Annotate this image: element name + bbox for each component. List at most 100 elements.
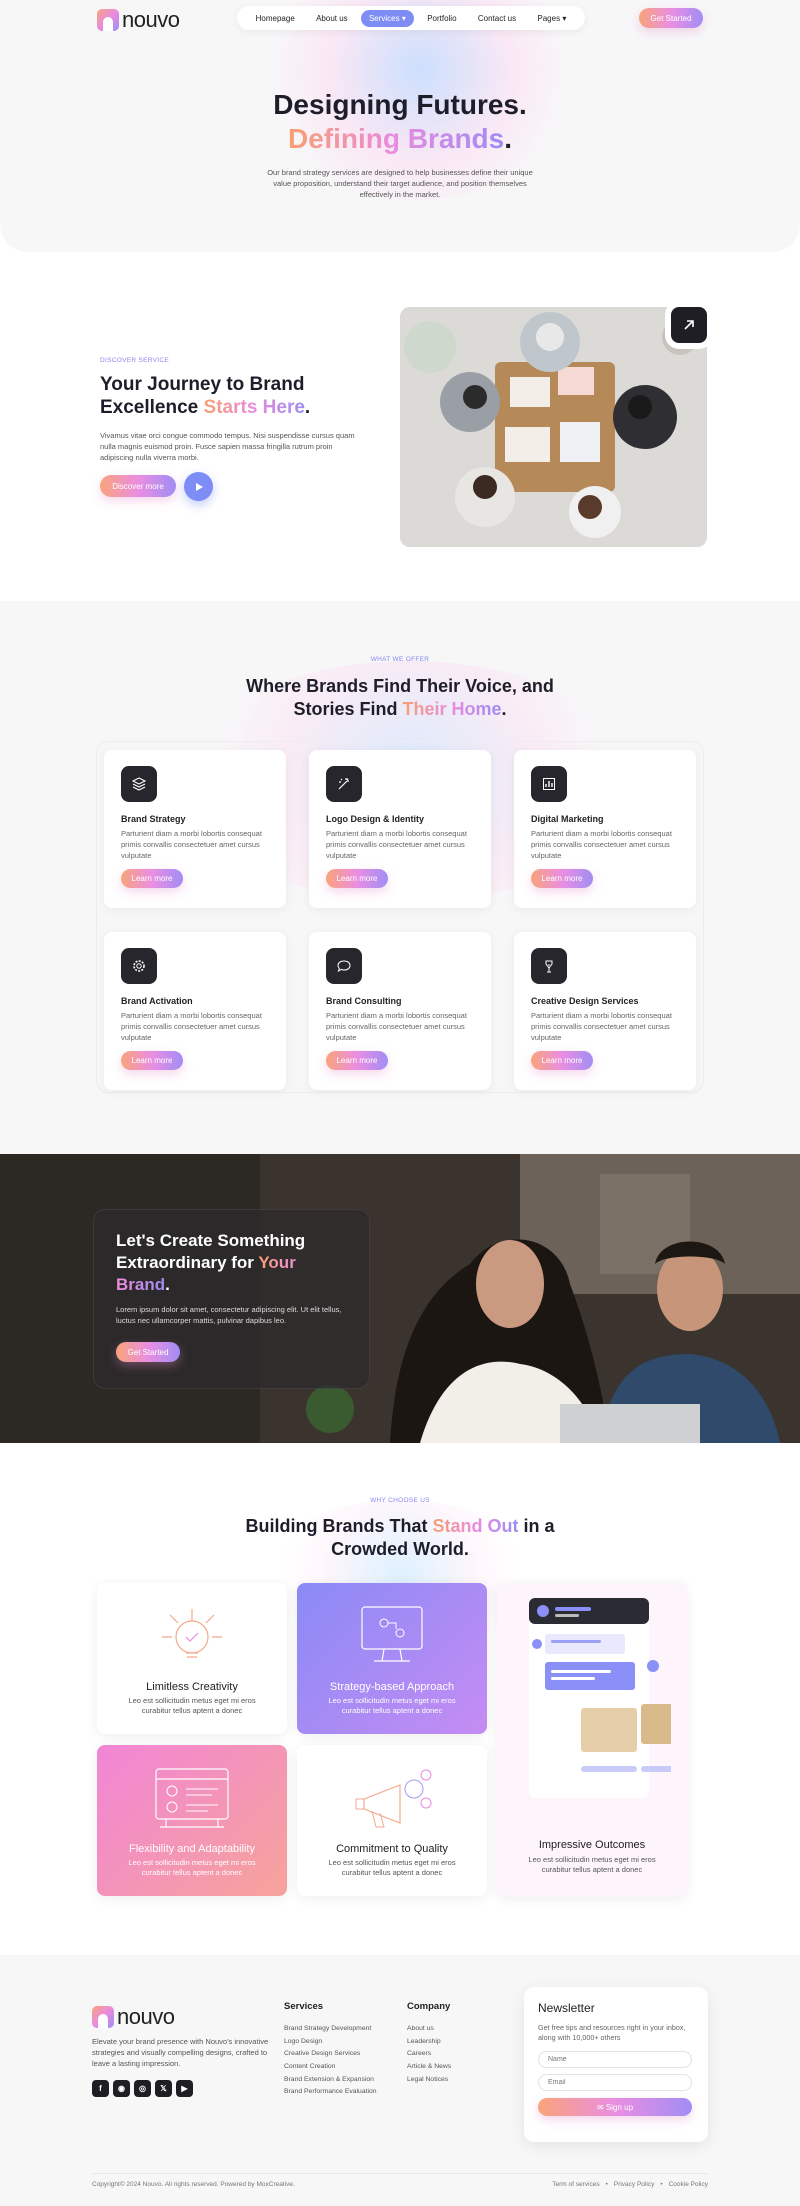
separator-dot: • — [660, 2181, 663, 2188]
main-nav: Homepage About us Services ▾ Portfolio C… — [237, 6, 585, 30]
dribbble-icon[interactable]: ◎ — [134, 2080, 151, 2097]
hero-title-period: . — [504, 123, 512, 154]
why-eyebrow: WHY CHOOSE US — [370, 1497, 430, 1504]
service-card-title: Brand Activation — [121, 996, 193, 1006]
play-icon — [195, 482, 203, 491]
journey-title: Your Journey to Brand Excellence Starts … — [100, 373, 350, 419]
why-card-title: Strategy-based Approach — [329, 1681, 455, 1693]
services-grid: Brand Strategy Parturient diam a morbi l… — [96, 741, 704, 1093]
service-card-description: Parturient diam a morbi lobortis consequ… — [121, 1011, 262, 1042]
lightbulb-icon — [162, 1609, 222, 1658]
legal-link-cookie[interactable]: Cookie Policy — [669, 2181, 708, 2188]
nav-item-pages[interactable]: Pages ▾ — [529, 10, 574, 27]
service-card-description: Parturient diam a morbi lobortis consequ… — [326, 1011, 467, 1042]
legal-link-privacy[interactable]: Privacy Policy — [614, 2181, 654, 2188]
footer-link[interactable]: Leadership — [407, 2038, 451, 2051]
logo-mark-icon — [92, 2006, 114, 2028]
why-card-quality: Commitment to Quality Leo est sollicitud… — [297, 1745, 487, 1896]
nav-item-portfolio[interactable]: Portfolio — [419, 10, 464, 27]
newsletter-signup-label: Sign up — [605, 2102, 634, 2112]
newsletter-email-input[interactable] — [538, 2074, 692, 2091]
discover-more-button[interactable]: Discover more — [100, 475, 176, 497]
service-card-title: Brand Consulting — [326, 996, 402, 1006]
why-card-description: Leo est sollicitudin metus eget mi eros … — [328, 1858, 456, 1877]
footer-link[interactable]: Content Creation — [284, 2063, 377, 2076]
legal-links: Term of services • Privacy Policy • Cookie… — [552, 2181, 708, 2188]
services-title: Where Brands Find Their Voice, and Stori… — [220, 675, 580, 721]
brand-logo[interactable]: nouvo — [97, 7, 180, 33]
layers-icon — [121, 766, 157, 802]
service-card-title: Brand Strategy — [121, 814, 186, 824]
nav-item-services[interactable]: Services ▾ — [360, 9, 414, 27]
service-card-brand-strategy: Brand Strategy Parturient diam a morbi l… — [104, 750, 286, 908]
newsletter-signup-button[interactable]: ✉ Sign up — [538, 2098, 692, 2116]
bar-chart-icon — [531, 766, 567, 802]
magic-wand-icon — [326, 766, 362, 802]
footer-description: Elevate your brand presence with Nouvo's… — [92, 2037, 269, 2068]
footer-link[interactable]: Brand Strategy Development — [284, 2025, 377, 2038]
x-icon[interactable]: 𝕏 — [155, 2080, 172, 2097]
footer-link[interactable]: About us — [407, 2025, 451, 2038]
nav-item-contact[interactable]: Contact us — [470, 10, 524, 27]
service-card-description: Parturient diam a morbi lobortis consequ… — [531, 829, 672, 860]
why-card-title: Flexibility and Adaptability — [129, 1843, 255, 1855]
nav-item-pages-label: Pages — [537, 13, 561, 23]
youtube-icon[interactable]: ▶ — [176, 2080, 193, 2097]
footer-link[interactable]: Legal Notices — [407, 2076, 451, 2089]
footer-link[interactable]: Creative Design Services — [284, 2050, 377, 2063]
header-get-started-button[interactable]: Get Started — [639, 8, 703, 28]
footer-link[interactable]: Logo Design — [284, 2038, 377, 2051]
open-arrow-button[interactable] — [671, 307, 707, 343]
learn-more-button[interactable]: Learn more — [121, 1051, 183, 1070]
facebook-icon[interactable]: f — [92, 2080, 109, 2097]
logo-text: nouvo — [122, 7, 180, 32]
hero-title-gradient: Defining Brands — [287, 123, 505, 154]
cta-get-started-button[interactable]: Get Started — [116, 1342, 180, 1362]
megaphone-icon — [355, 1769, 432, 1828]
arrow-up-right-icon — [684, 320, 694, 330]
copyright-text: Copyright© 2024 Nouvo. All rights reserv… — [92, 2181, 295, 2188]
why-card-outcomes: Impressive Outcomes Leo est sollicitudin… — [497, 1583, 687, 1897]
hero-title: Designing Futures. Defining Brands. — [0, 88, 800, 156]
footer-company-heading: Company — [407, 2001, 451, 2012]
newsletter-name-input[interactable] — [538, 2051, 692, 2068]
send-icon: ✉ — [596, 2102, 606, 2112]
service-card-logo-design: Logo Design & Identity Parturient diam a… — [309, 750, 491, 908]
mockup-icon — [529, 1598, 671, 1798]
learn-more-button[interactable]: Learn more — [326, 1051, 388, 1070]
social-links: f ◉ ◎ 𝕏 ▶ — [92, 2080, 193, 2097]
cta-title-period: . — [165, 1275, 170, 1294]
legal-link-terms[interactable]: Term of services — [552, 2181, 599, 2188]
team-meeting-photo — [400, 307, 707, 547]
nav-item-homepage[interactable]: Homepage — [248, 10, 303, 27]
footer-logo[interactable]: nouvo — [92, 2004, 175, 2030]
footer-services-heading: Services — [284, 2001, 324, 2012]
footer-link[interactable]: Article & News — [407, 2063, 451, 2076]
learn-more-button[interactable]: Learn more — [531, 869, 593, 888]
footer-link[interactable]: Brand Extension & Expansion — [284, 2076, 377, 2089]
logo-text: nouvo — [117, 2004, 175, 2029]
nav-item-about[interactable]: About us — [308, 10, 356, 27]
logo-mark-icon — [97, 9, 119, 31]
footer-services-list: Brand Strategy Development Logo Design C… — [284, 2025, 377, 2101]
chevron-down-icon: ▾ — [562, 13, 567, 23]
play-video-button[interactable] — [184, 472, 213, 501]
service-card-description: Parturient diam a morbi lobortis consequ… — [121, 829, 262, 860]
footer-link[interactable]: Careers — [407, 2050, 451, 2063]
instagram-icon[interactable]: ◉ — [113, 2080, 130, 2097]
service-card-brand-activation: Brand Activation Parturient diam a morbi… — [104, 932, 286, 1090]
newsletter-title: Newsletter — [538, 2001, 595, 2015]
learn-more-button[interactable]: Learn more — [326, 869, 388, 888]
why-card-description: Leo est sollicitudin metus eget mi eros … — [128, 1696, 256, 1715]
journey-eyebrow: DISCOVER SERVICE — [100, 357, 169, 364]
service-card-title: Logo Design & Identity — [326, 814, 424, 824]
services-title-period: . — [501, 699, 507, 719]
newsletter-description: Get free tips and resources right in you… — [538, 2023, 686, 2042]
why-card-description: Leo est sollicitudin metus eget mi eros … — [128, 1858, 256, 1877]
learn-more-button[interactable]: Learn more — [531, 1051, 593, 1070]
footer-link[interactable]: Brand Performance Evaluation — [284, 2088, 377, 2101]
learn-more-button[interactable]: Learn more — [121, 869, 183, 888]
why-card-description: Leo est sollicitudin metus eget mi eros … — [328, 1696, 456, 1715]
service-card-description: Parturient diam a morbi lobortis consequ… — [531, 1011, 672, 1042]
services-section: WHAT WE OFFER Where Brands Find Their Vo… — [0, 601, 800, 1154]
